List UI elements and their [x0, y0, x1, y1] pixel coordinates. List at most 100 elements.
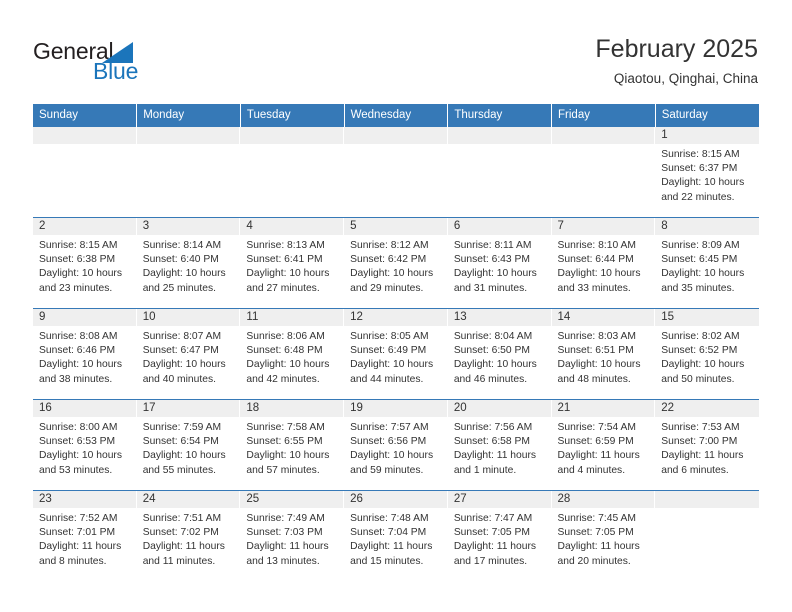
calendar-day-cell[interactable]: 11 Sunrise: 8:06 AM Sunset: 6:48 PM Dayligh…: [240, 308, 345, 400]
daylight-text: Daylight: 10 hours and 35 minutes.: [661, 268, 745, 294]
daylight-text: Daylight: 11 hours and 20 minutes.: [557, 541, 640, 567]
day-cell-details: Sunrise: 8:15 AM Sunset: 6:37 PM Daylight:…: [655, 144, 759, 205]
generalblue-logo[interactable]: General Blue: [33, 38, 173, 88]
sunrise-text: Sunrise: 8:06 AM: [246, 331, 325, 342]
calendar-day-cell[interactable]: 14 Sunrise: 8:03 AM Sunset: 6:51 PM Dayligh…: [551, 308, 656, 400]
day-number: 14: [551, 309, 656, 326]
sunrise-text: Sunrise: 8:08 AM: [39, 331, 118, 342]
calendar-day-cell[interactable]: 1 Sunrise: 8:15 AM Sunset: 6:37 PM Daylight…: [655, 126, 759, 218]
sunset-text: Sunset: 7:01 PM: [39, 527, 116, 539]
logo-text-blue: Blue: [93, 58, 139, 84]
calendar-day-cell[interactable]: 7 Sunrise: 8:10 AM Sunset: 6:44 PM Daylight…: [551, 217, 656, 309]
page-title: February 2025: [595, 35, 758, 63]
daylight-text: Daylight: 10 hours and 53 minutes.: [39, 450, 122, 476]
calendar-day-cell[interactable]: 24 Sunrise: 7:51 AM Sunset: 7:02 PM Dayligh…: [136, 490, 241, 581]
day-number: 13: [447, 309, 552, 326]
day-number: [655, 491, 759, 508]
sunset-text: Sunset: 6:46 PM: [39, 345, 116, 357]
sunrise-text: Sunrise: 7:48 AM: [350, 513, 429, 524]
sunrise-text: Sunrise: 7:54 AM: [557, 422, 636, 433]
calendar-week-row: 2 Sunrise: 8:15 AM Sunset: 6:38 PM Daylight…: [33, 217, 759, 309]
sunset-text: Sunset: 7:03 PM: [246, 527, 323, 539]
daylight-text: Daylight: 10 hours and 55 minutes.: [142, 450, 226, 476]
day-cell-details: Sunrise: 7:54 AM Sunset: 6:59 PM Daylight:…: [552, 417, 656, 478]
calendar-day-cell[interactable]: 20 Sunrise: 7:56 AM Sunset: 6:58 PM Dayligh…: [447, 399, 552, 491]
calendar-day-cell[interactable]: 2 Sunrise: 8:15 AM Sunset: 6:38 PM Daylight…: [33, 217, 137, 309]
sunrise-text: Sunrise: 8:02 AM: [661, 331, 740, 342]
calendar-day-cell[interactable]: 18 Sunrise: 7:58 AM Sunset: 6:55 PM Dayligh…: [240, 399, 345, 491]
daylight-text: Daylight: 11 hours and 8 minutes.: [39, 541, 122, 567]
sunset-text: Sunset: 6:40 PM: [142, 254, 219, 266]
sunrise-text: Sunrise: 8:11 AM: [453, 240, 532, 251]
calendar-day-cell[interactable]: 6 Sunrise: 8:11 AM Sunset: 6:43 PM Daylight…: [447, 217, 552, 309]
calendar-day-cell[interactable]: 26 Sunrise: 7:48 AM Sunset: 7:04 PM Dayligh…: [344, 490, 448, 581]
calendar-day-cell[interactable]: 21 Sunrise: 7:54 AM Sunset: 6:59 PM Dayligh…: [551, 399, 656, 491]
day-number: 23: [33, 491, 137, 508]
sunset-text: Sunset: 6:41 PM: [246, 254, 323, 266]
day-cell-details: Sunrise: 8:09 AM Sunset: 6:45 PM Daylight:…: [655, 235, 759, 296]
daylight-text: Daylight: 10 hours and 25 minutes.: [142, 268, 226, 294]
day-cell-details: Sunrise: 8:15 AM Sunset: 6:38 PM Daylight:…: [33, 235, 137, 296]
calendar-day-cell[interactable]: 19 Sunrise: 7:57 AM Sunset: 6:56 PM Dayligh…: [344, 399, 448, 491]
calendar-day-cell[interactable]: 12 Sunrise: 8:05 AM Sunset: 6:49 PM Dayligh…: [344, 308, 448, 400]
day-cell-details: Sunrise: 8:11 AM Sunset: 6:43 PM Daylight:…: [448, 235, 552, 296]
sunset-text: Sunset: 7:05 PM: [557, 527, 634, 539]
daylight-text: Daylight: 10 hours and 31 minutes.: [453, 268, 537, 294]
sunset-text: Sunset: 7:04 PM: [350, 527, 427, 539]
daylight-text: Daylight: 11 hours and 6 minutes.: [661, 450, 744, 476]
page-header: General Blue February 2025 Qiaotou, Qing…: [0, 0, 792, 104]
day-number: [33, 127, 137, 144]
daylight-text: Daylight: 10 hours and 50 minutes.: [661, 359, 745, 385]
daylight-text: Daylight: 10 hours and 57 minutes.: [246, 450, 330, 476]
sunset-text: Sunset: 6:38 PM: [39, 254, 116, 266]
calendar-day-cell[interactable]: 10 Sunrise: 8:07 AM Sunset: 6:47 PM Dayligh…: [136, 308, 241, 400]
calendar-day-cell[interactable]: 15 Sunrise: 8:02 AM Sunset: 6:52 PM Dayligh…: [655, 308, 759, 400]
day-number: [136, 127, 241, 144]
day-cell-details: Sunrise: 7:47 AM Sunset: 7:05 PM Daylight:…: [448, 508, 552, 569]
day-cell-details: [655, 508, 759, 512]
calendar-day-cell[interactable]: 8 Sunrise: 8:09 AM Sunset: 6:45 PM Daylight…: [655, 217, 759, 309]
calendar-day-cell-empty: [551, 126, 656, 218]
day-number: 5: [344, 218, 448, 235]
calendar-day-cell[interactable]: 9 Sunrise: 8:08 AM Sunset: 6:46 PM Daylight…: [33, 308, 137, 400]
day-number: 15: [655, 309, 759, 326]
calendar-grid: Sunday Monday Tuesday Wednesday Thursday…: [33, 104, 759, 581]
calendar-day-cell[interactable]: 23 Sunrise: 7:52 AM Sunset: 7:01 PM Dayligh…: [33, 490, 137, 581]
day-number: 11: [240, 309, 345, 326]
sunset-text: Sunset: 6:44 PM: [557, 254, 634, 266]
calendar-day-cell[interactable]: 28 Sunrise: 7:45 AM Sunset: 7:05 PM Dayligh…: [551, 490, 656, 581]
calendar-day-cell[interactable]: 4 Sunrise: 8:13 AM Sunset: 6:41 PM Daylight…: [240, 217, 345, 309]
sunrise-text: Sunrise: 7:47 AM: [453, 513, 533, 524]
calendar-week-row: 23 Sunrise: 7:52 AM Sunset: 7:01 PM Dayligh…: [33, 490, 759, 581]
day-number: [344, 127, 448, 144]
calendar-day-cell[interactable]: 16 Sunrise: 8:00 AM Sunset: 6:53 PM Dayligh…: [33, 399, 137, 491]
calendar-day-cell[interactable]: 3 Sunrise: 8:14 AM Sunset: 6:40 PM Daylight…: [136, 217, 241, 309]
day-number: 24: [136, 491, 241, 508]
calendar-day-cell[interactable]: 27 Sunrise: 7:47 AM Sunset: 7:05 PM Dayligh…: [447, 490, 552, 581]
day-number: 1: [655, 127, 759, 144]
weekday-header-tuesday: Tuesday: [240, 104, 345, 127]
calendar-day-cell[interactable]: 25 Sunrise: 7:49 AM Sunset: 7:03 PM Dayligh…: [240, 490, 345, 581]
day-cell-details: Sunrise: 7:53 AM Sunset: 7:00 PM Daylight:…: [655, 417, 759, 478]
calendar-day-cell[interactable]: 5 Sunrise: 8:12 AM Sunset: 6:42 PM Daylight…: [344, 217, 448, 309]
sunrise-text: Sunrise: 8:14 AM: [142, 240, 222, 251]
calendar-day-cell-empty: [655, 490, 759, 581]
day-number: [240, 127, 345, 144]
calendar-day-cell[interactable]: 22 Sunrise: 7:53 AM Sunset: 7:00 PM Dayligh…: [655, 399, 759, 491]
day-cell-details: Sunrise: 7:52 AM Sunset: 7:01 PM Daylight:…: [33, 508, 137, 569]
sunset-text: Sunset: 6:42 PM: [350, 254, 427, 266]
sunset-text: Sunset: 6:59 PM: [557, 436, 634, 448]
day-number: 2: [33, 218, 137, 235]
calendar-day-cell[interactable]: 13 Sunrise: 8:04 AM Sunset: 6:50 PM Dayligh…: [447, 308, 552, 400]
calendar-week-row: 9 Sunrise: 8:08 AM Sunset: 6:46 PM Daylight…: [33, 308, 759, 400]
day-number: 19: [344, 400, 448, 417]
day-cell-details: Sunrise: 8:03 AM Sunset: 6:51 PM Daylight:…: [552, 326, 656, 387]
sunset-text: Sunset: 6:49 PM: [350, 345, 427, 357]
sunset-text: Sunset: 6:50 PM: [453, 345, 530, 357]
day-cell-details: Sunrise: 7:45 AM Sunset: 7:05 PM Daylight:…: [552, 508, 656, 569]
title-block: February 2025 Qiaotou, Qinghai, China: [595, 34, 758, 87]
day-cell-details: Sunrise: 8:13 AM Sunset: 6:41 PM Daylight:…: [240, 235, 344, 296]
day-cell-details: Sunrise: 8:14 AM Sunset: 6:40 PM Daylight:…: [137, 235, 241, 296]
sunrise-text: Sunrise: 8:03 AM: [557, 331, 636, 342]
calendar-day-cell[interactable]: 17 Sunrise: 7:59 AM Sunset: 6:54 PM Dayligh…: [136, 399, 241, 491]
